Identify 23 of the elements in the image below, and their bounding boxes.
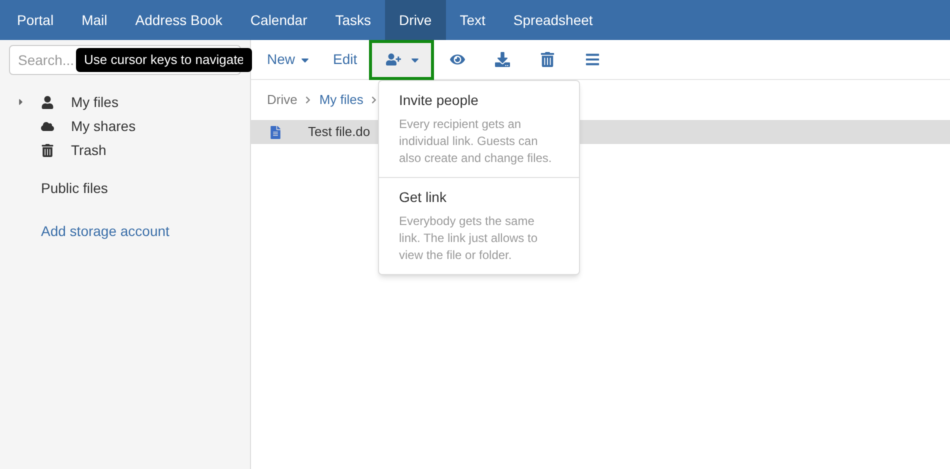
nav-tab[interactable]: Calendar xyxy=(236,0,322,40)
add-storage-link[interactable]: Add storage account xyxy=(41,221,170,242)
menu-item-title: Get link xyxy=(399,188,448,207)
folder-item[interactable]: My shares xyxy=(71,116,136,136)
menu-item[interactable]: Get link Everybody gets the same link. The link just allows to view the file or folder. xyxy=(379,177,579,274)
folder-item[interactable]: My files xyxy=(71,92,118,112)
public-files-item[interactable]: Public files xyxy=(41,178,108,199)
menu-item-description: Everybody gets the same link. The link just allows to view the file or folder. xyxy=(399,213,539,264)
nav-tab[interactable]: Portal xyxy=(3,0,68,40)
toolbar-button[interactable]: New xyxy=(257,40,322,80)
nav-tab[interactable]: Drive xyxy=(385,0,446,40)
toolbar-button[interactable]: Edit xyxy=(323,40,368,80)
nav-tab[interactable]: Text xyxy=(446,0,500,40)
nav-tab[interactable]: Spreadsheet xyxy=(499,0,607,40)
breadcrumb-item: Drive xyxy=(267,91,298,110)
nav-tab[interactable]: Mail xyxy=(68,0,122,40)
nav-tab[interactable]: Tasks xyxy=(321,0,386,40)
menu-item-title: Invite people xyxy=(399,91,480,110)
breadcrumb-link[interactable]: My files xyxy=(319,90,364,110)
tooltip: Use cursor keys to navigate xyxy=(76,48,252,72)
nav-tab[interactable]: Address Book xyxy=(121,0,236,40)
folder-item[interactable]: Trash xyxy=(71,140,106,160)
file-name: Test file.do xyxy=(308,123,370,142)
